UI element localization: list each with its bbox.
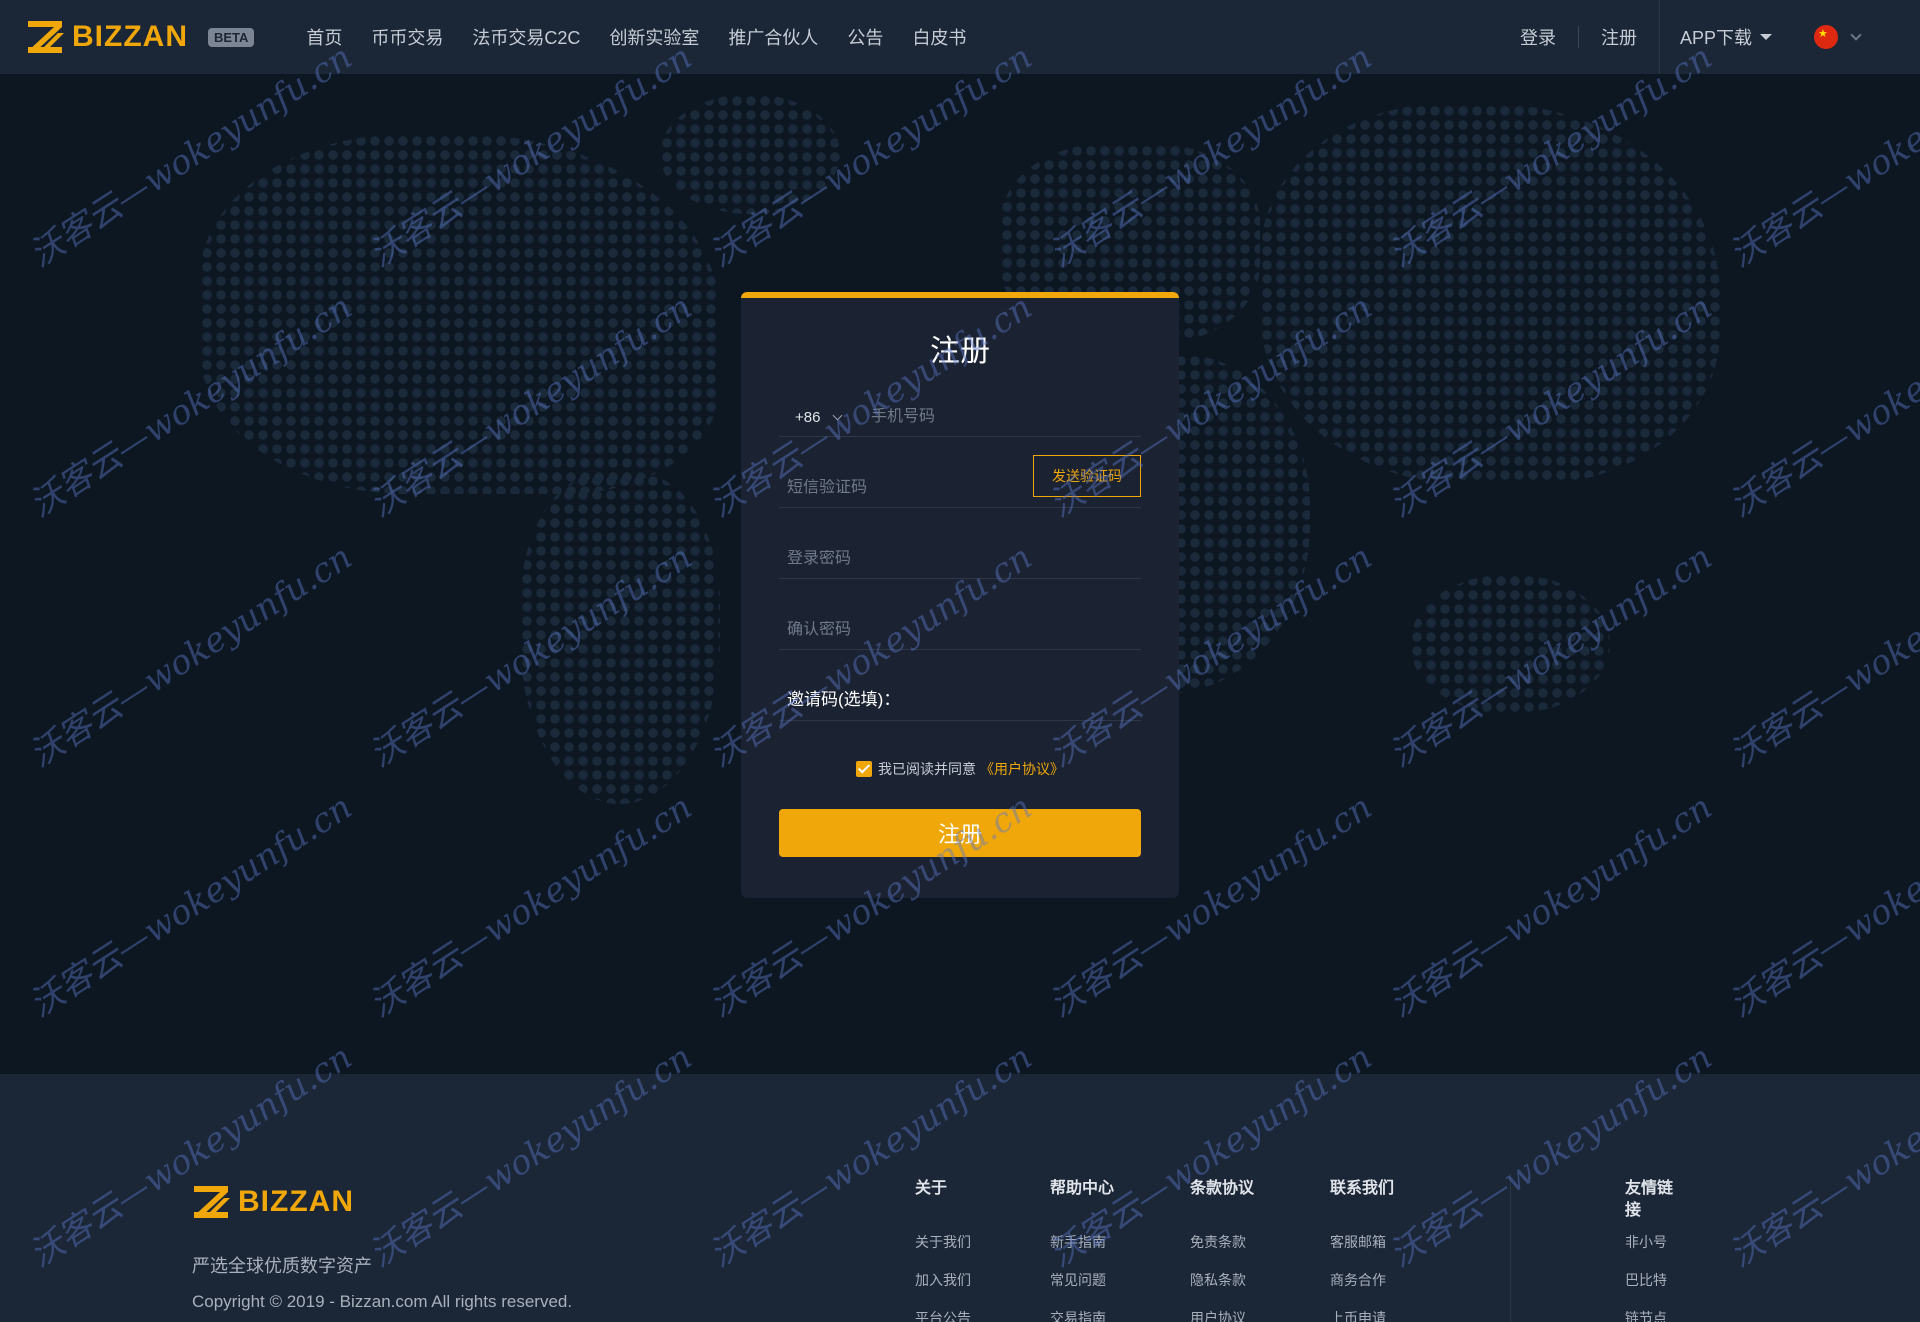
app-download-dropdown[interactable]: APP下载 [1680,24,1772,50]
form-title: 注册 [930,335,990,368]
footer-brand-name: BIZZAN [238,1185,354,1218]
world-map-background: 注册 +86 发送验证码 邀请码(选填)： 我已阅读并同意 《用户协议》 [0,74,1920,1074]
invite-code-label: 邀请码(选填)： [787,690,901,709]
agree-text: 我已阅读并同意 [878,761,976,777]
footer-link[interactable]: 免责条款 [1190,1232,1254,1252]
footer-col-contact: 联系我们 客服邮箱 商务合作 上币申请 [1330,1178,1394,1322]
footer-col-title: 帮助中心 [1050,1180,1115,1197]
footer-link[interactable]: 隐私条款 [1190,1270,1254,1290]
footer-col-terms: 条款协议 免责条款 隐私条款 用户协议 [1190,1178,1254,1322]
nav-c2c[interactable]: 法币交易C2C [472,24,580,50]
footer-link[interactable]: 交易指南 [1050,1308,1114,1322]
confirm-password-field [779,579,1141,650]
footer-col-about: 关于 关于我们 加入我们 平台公告 [915,1178,971,1322]
country-code-select[interactable]: +86 [779,409,871,426]
chevron-down-icon [1850,29,1862,41]
footer-col-help: 帮助中心 新手指南 常见问题 交易指南 [1050,1178,1114,1322]
agreement-row: 我已阅读并同意 《用户协议》 [779,759,1141,779]
footer-slogan: 严选全球优质数字资产 [192,1256,372,1276]
footer-link[interactable]: 商务合作 [1330,1270,1394,1290]
beta-badge: BETA [207,27,255,47]
footer-link[interactable]: 用户协议 [1190,1308,1254,1322]
map-south-america [520,474,720,804]
map-north-america [200,134,720,494]
app-download-label: APP下载 [1679,28,1752,48]
chevron-down-icon [833,410,843,421]
nav-lab[interactable]: 创新实验室 [609,24,699,50]
header-right: 登录 注册 APP下载 [1520,0,1920,74]
map-oceania [1410,574,1610,714]
footer-logo[interactable]: BIZZAN [194,1184,354,1220]
footer-link[interactable]: 非小号 [1625,1232,1685,1252]
top-header: BIZZAN BETA 首页 币币交易 法币交易C2C 创新实验室 推广合伙人 … [0,0,1920,74]
footer-link[interactable]: 上币申请 [1330,1308,1394,1322]
footer-link[interactable]: 链节点 [1625,1308,1685,1322]
bizzan-logo-icon [194,1186,230,1218]
footer-col-title: 联系我们 [1330,1180,1395,1197]
agree-checkbox[interactable] [856,761,872,777]
phone-input[interactable] [871,408,1141,426]
main-nav: 首页 币币交易 法币交易C2C 创新实验室 推广合伙人 公告 白皮书 [306,24,995,50]
footer-link[interactable]: 加入我们 [915,1270,971,1290]
register-submit-button[interactable]: 注册 [779,809,1141,857]
footer-link[interactable]: 平台公告 [915,1308,971,1322]
nav-spot-trade[interactable]: 币币交易 [371,24,443,50]
user-agreement-link[interactable]: 《用户协议》 [980,759,1064,779]
password-input[interactable] [779,550,1141,568]
brand-logo[interactable]: BIZZAN BETA [28,19,255,55]
page-footer: BIZZAN 严选全球优质数字资产 Copyright © 2019 - Biz… [0,1074,1920,1322]
footer-col-title: 条款协议 [1190,1180,1255,1197]
register-link[interactable]: 注册 [1601,24,1637,50]
login-link[interactable]: 登录 [1520,24,1556,50]
bizzan-logo-icon [28,21,64,53]
footer-divider [1510,1174,1511,1322]
sms-code-field: 发送验证码 [779,437,1141,508]
password-field [779,508,1141,579]
nav-partner[interactable]: 推广合伙人 [728,24,818,50]
caret-down-icon [1760,34,1772,40]
register-card: 注册 +86 发送验证码 邀请码(选填)： 我已阅读并同意 《用户协议》 [741,292,1179,898]
footer-copyright: Copyright © 2019 - Bizzan.com All rights… [192,1292,573,1311]
footer-link[interactable]: 常见问题 [1050,1270,1114,1290]
brand-name: BIZZAN [72,20,188,53]
footer-col-title: 关于 [915,1180,948,1197]
footer-col-friend-links: 友情链接 非小号 巴比特 链节点 [1625,1178,1685,1322]
invite-code-field: 邀请码(选填)： [779,650,1141,721]
invite-code-input[interactable] [900,692,1141,710]
nav-announcement[interactable]: 公告 [847,24,883,50]
footer-link[interactable]: 巴比特 [1625,1270,1685,1290]
china-flag-icon [1814,25,1838,49]
map-asia [1260,104,1720,484]
map-greenland [660,94,840,214]
country-code-value: +86 [795,409,821,426]
nav-whitepaper[interactable]: 白皮书 [912,24,966,50]
divider [1658,0,1660,74]
phone-field: +86 [779,366,1141,437]
divider [1577,26,1579,48]
confirm-password-input[interactable] [779,621,1141,639]
footer-link[interactable]: 关于我们 [915,1232,971,1252]
footer-link[interactable]: 客服邮箱 [1330,1232,1394,1252]
footer-link[interactable]: 新手指南 [1050,1232,1114,1252]
language-selector[interactable] [1814,25,1862,49]
nav-home[interactable]: 首页 [306,24,342,50]
footer-col-title: 友情链接 [1625,1180,1674,1219]
send-code-button[interactable]: 发送验证码 [1033,455,1141,497]
